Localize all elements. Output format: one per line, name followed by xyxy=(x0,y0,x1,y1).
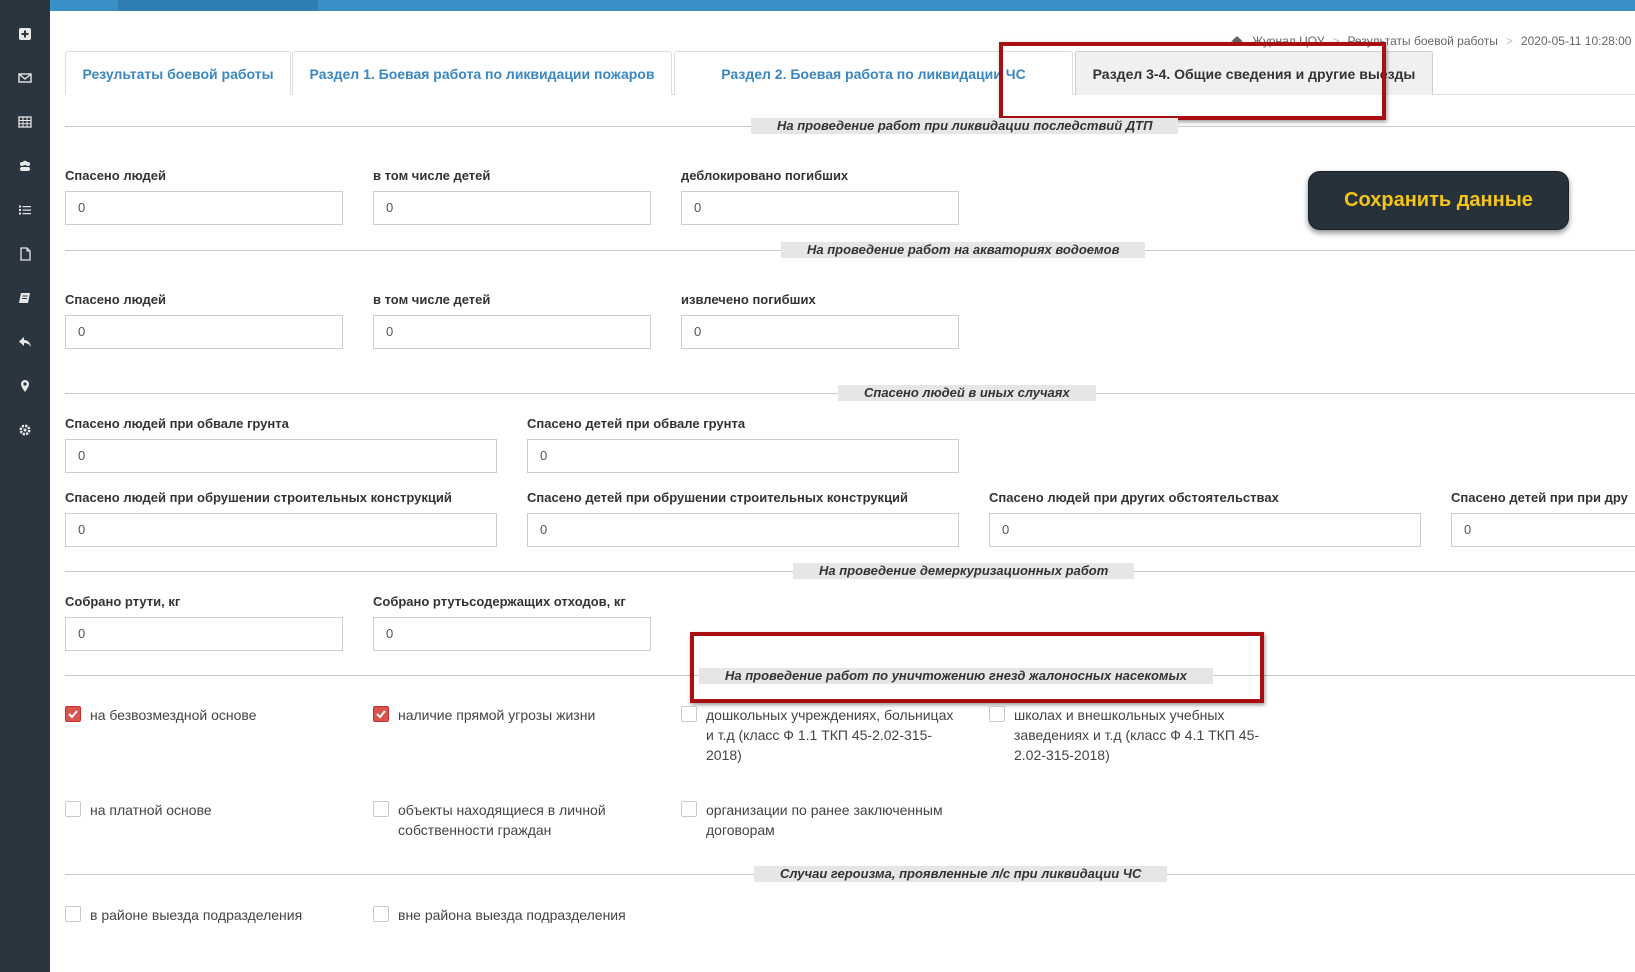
section-title-dtp: На проведение работ при ликвидации после… xyxy=(751,118,1179,134)
top-bar xyxy=(0,0,1635,11)
table-icon[interactable] xyxy=(13,110,37,134)
breadcrumb-separator: > xyxy=(1505,34,1513,48)
section-title-heroism: Случаи героизма, проявленные л/с при лик… xyxy=(754,866,1168,882)
water-saved-people-label: Спасено людей xyxy=(65,292,166,307)
schools-label: школах и внешкольных учебных заведениях … xyxy=(1014,707,1260,763)
other-circumstances-people-input[interactable]: 0 xyxy=(989,513,1421,547)
free-basis-checkbox[interactable] xyxy=(65,706,81,722)
save-data-button[interactable]: Сохранить данные xyxy=(1308,171,1569,230)
landslide-children-input[interactable]: 0 xyxy=(527,439,959,473)
top-bar-segment xyxy=(118,0,318,11)
prior-contracts-label: организации по ранее заключенным договор… xyxy=(706,802,943,838)
book-icon[interactable] xyxy=(13,286,37,310)
insects-highlight-box xyxy=(690,632,1264,703)
private-property-checkbox[interactable] xyxy=(373,801,389,817)
direct-threat-checkbox[interactable] xyxy=(373,706,389,722)
dtp-saved-people-input[interactable]: 0 xyxy=(65,191,343,225)
direct-threat-label: наличие прямой угрозы жизни xyxy=(398,707,596,723)
in-district-checkbox[interactable] xyxy=(65,906,81,922)
preschool-hospitals-label: дошкольных учреждениях, больницах и т.д … xyxy=(706,707,954,763)
collapse-people-input[interactable]: 0 xyxy=(65,513,497,547)
section-title-demerc: На проведение демеркуризационных работ xyxy=(793,563,1135,579)
landslide-people-label: Спасено людей при обвале грунта xyxy=(65,416,289,431)
prior-contracts-checkbox[interactable] xyxy=(681,801,697,817)
dtp-saved-people-label: Спасено людей xyxy=(65,168,166,183)
out-of-district-label: вне района выезда подразделения xyxy=(398,907,626,923)
mercury-waste-label: Собрано ртутьсодержащих отходов, кг xyxy=(373,594,626,609)
water-children-input[interactable]: 0 xyxy=(373,315,651,349)
water-extracted-dead-input[interactable]: 0 xyxy=(681,315,959,349)
collapse-children-input[interactable]: 0 xyxy=(527,513,959,547)
check-icon xyxy=(68,710,78,719)
water-children-label: в том числе детей xyxy=(373,292,491,307)
dtp-children-label: в том числе детей xyxy=(373,168,491,183)
preschool-hospitals-checkbox[interactable] xyxy=(681,706,697,722)
private-property-label: объекты находящиеся в личной собственнос… xyxy=(398,802,606,838)
plus-square-icon[interactable] xyxy=(13,22,37,46)
free-basis-label: на безвозмездной основе xyxy=(90,707,257,723)
paid-basis-checkbox[interactable] xyxy=(65,801,81,817)
mercury-waste-input[interactable]: 0 xyxy=(373,617,651,651)
gear-icon[interactable] xyxy=(13,418,37,442)
in-district-label: в районе выезда подразделения xyxy=(90,907,303,923)
dtp-unblocked-dead-input[interactable]: 0 xyxy=(681,191,959,225)
breadcrumb-datetime: 2020-05-11 10:28:00 xyxy=(1520,34,1632,48)
envelope-icon[interactable] xyxy=(13,66,37,90)
collapse-people-label: Спасено людей при обрушении строительных… xyxy=(65,490,452,505)
schools-checkbox[interactable] xyxy=(989,706,1005,722)
other-circumstances-people-label: Спасено людей при других обстоятельствах xyxy=(989,490,1279,505)
list-icon[interactable] xyxy=(13,198,37,222)
mercury-collected-label: Собрано ртути, кг xyxy=(65,594,181,609)
section-title-other: Спасено людей в иных случаях xyxy=(838,385,1096,401)
check-icon xyxy=(376,710,386,719)
other-circumstances-children-label: Спасено детей при при дру xyxy=(1451,490,1628,505)
users-icon[interactable] xyxy=(13,154,37,178)
dtp-unblocked-dead-label: деблокировано погибших xyxy=(681,168,849,183)
tab-section-1-fires[interactable]: Раздел 1. Боевая работа по ликвидации по… xyxy=(292,51,672,95)
tab-highlight-box xyxy=(999,42,1386,120)
mercury-collected-input[interactable]: 0 xyxy=(65,617,343,651)
file-icon[interactable] xyxy=(13,242,37,266)
section-title-water: На проведение работ на акваториях водоем… xyxy=(781,242,1146,258)
paid-basis-label: на платной основе xyxy=(90,802,212,818)
other-circumstances-children-input[interactable]: 0 xyxy=(1451,513,1635,547)
water-saved-people-input[interactable]: 0 xyxy=(65,315,343,349)
dtp-children-input[interactable]: 0 xyxy=(373,191,651,225)
map-marker-icon[interactable] xyxy=(13,374,37,398)
out-of-district-checkbox[interactable] xyxy=(373,906,389,922)
landslide-people-input[interactable]: 0 xyxy=(65,439,497,473)
landslide-children-label: Спасено детей при обвале грунта xyxy=(527,416,746,431)
water-extracted-dead-label: извлечено погибших xyxy=(681,292,816,307)
collapse-children-label: Спасено детей при обрушении строительных… xyxy=(527,490,909,505)
reply-icon[interactable] xyxy=(13,330,37,354)
tab-combat-results[interactable]: Результаты боевой работы xyxy=(65,51,291,95)
sidebar xyxy=(0,0,50,972)
